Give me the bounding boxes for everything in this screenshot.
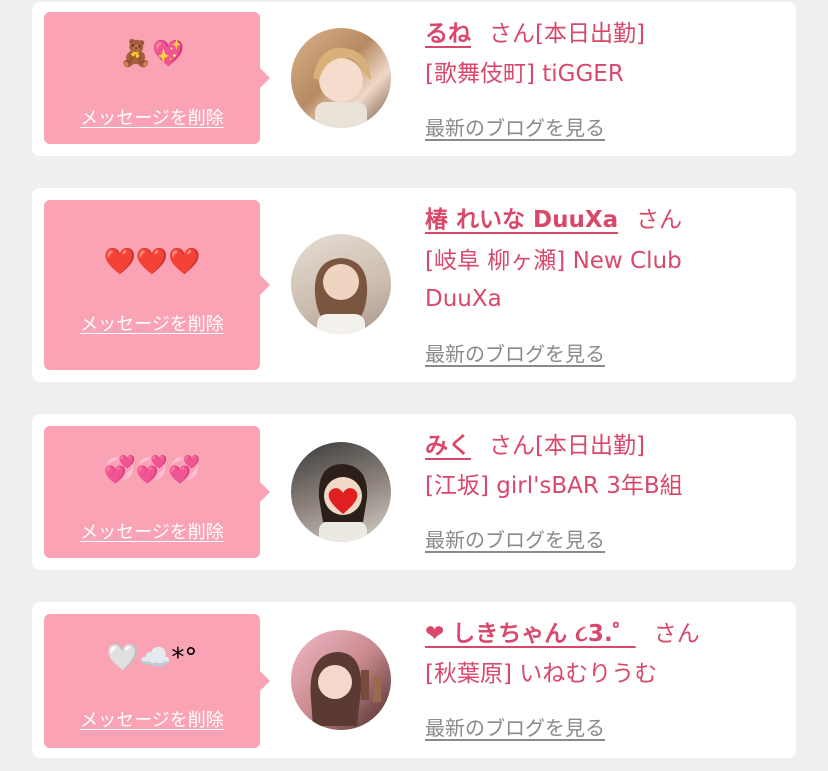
name-line: ❤ しきちゃん ૮3.゜ さん: [425, 614, 700, 654]
blog-link[interactable]: 最新のブログを見る: [425, 712, 605, 741]
cast-name-link[interactable]: 椿 れいな DuuXa: [425, 207, 618, 233]
delete-message-link[interactable]: メッセージを削除: [44, 310, 260, 336]
shop-text: [岐阜 柳ヶ瀬] New Club DuuXa: [425, 248, 682, 312]
name-suffix: さん: [653, 621, 700, 647]
avatar[interactable]: [291, 234, 391, 334]
cast-name-link[interactable]: ❤ しきちゃん ૮3.゜: [425, 621, 636, 647]
message-bubble: 💞💞💞 メッセージを削除: [44, 426, 270, 558]
name-line: みく さん[本日出勤]: [425, 426, 645, 466]
cast-name-link[interactable]: るね: [425, 21, 471, 47]
message-card: 🧸💖 メッセージを削除 るね さん[本日出勤] [歌舞伎町] tiGGER 最新の…: [32, 2, 796, 156]
message-emoji: 💞💞💞: [103, 455, 201, 485]
message-bubble: 🧸💖 メッセージを削除: [44, 12, 270, 144]
message-bubble: 🤍☁️*° メッセージを削除: [44, 614, 270, 748]
blog-link[interactable]: 最新のブログを見る: [425, 112, 605, 141]
shop-text: [江坂] girl'sBAR 3年B組: [425, 473, 683, 499]
name-suffix: さん: [636, 207, 683, 233]
avatar[interactable]: [291, 442, 391, 542]
name-line: るね さん[本日出勤]: [425, 14, 645, 54]
avatar[interactable]: [291, 28, 391, 128]
cast-name-link[interactable]: みく: [425, 433, 471, 459]
message-emoji: 🤍☁️*°: [106, 643, 198, 673]
delete-message-link[interactable]: メッセージを削除: [44, 706, 260, 732]
message-card: 🤍☁️*° メッセージを削除 ❤ しきちゃん ૮3.゜ さん [秋葉原] いねむり…: [32, 602, 796, 758]
message-emoji: ❤️❤️❤️: [103, 247, 201, 277]
blog-link[interactable]: 最新のブログを見る: [425, 338, 605, 367]
blog-link[interactable]: 最新のブログを見る: [425, 524, 605, 553]
name-suffix: さん[本日出勤]: [489, 21, 645, 47]
avatar[interactable]: [291, 630, 391, 730]
message-card: ❤️❤️❤️ メッセージを削除 椿 れいな DuuXa さん [岐阜 柳ヶ瀬] N…: [32, 188, 796, 382]
message-card: 💞💞💞 メッセージを削除 みく さん[本日出勤] [江坂] girl'sBAR 3…: [32, 414, 796, 570]
delete-message-link[interactable]: メッセージを削除: [44, 104, 260, 130]
shop-text: [秋葉原] いねむりうむ: [425, 661, 658, 687]
name-line: 椿 れいな DuuXa さん: [425, 200, 682, 240]
delete-message-link[interactable]: メッセージを削除: [44, 518, 260, 544]
shop-text: [歌舞伎町] tiGGER: [425, 61, 624, 87]
message-emoji: 🧸💖: [119, 39, 185, 69]
name-suffix: さん[本日出勤]: [489, 433, 645, 459]
message-bubble: ❤️❤️❤️ メッセージを削除: [44, 200, 270, 370]
